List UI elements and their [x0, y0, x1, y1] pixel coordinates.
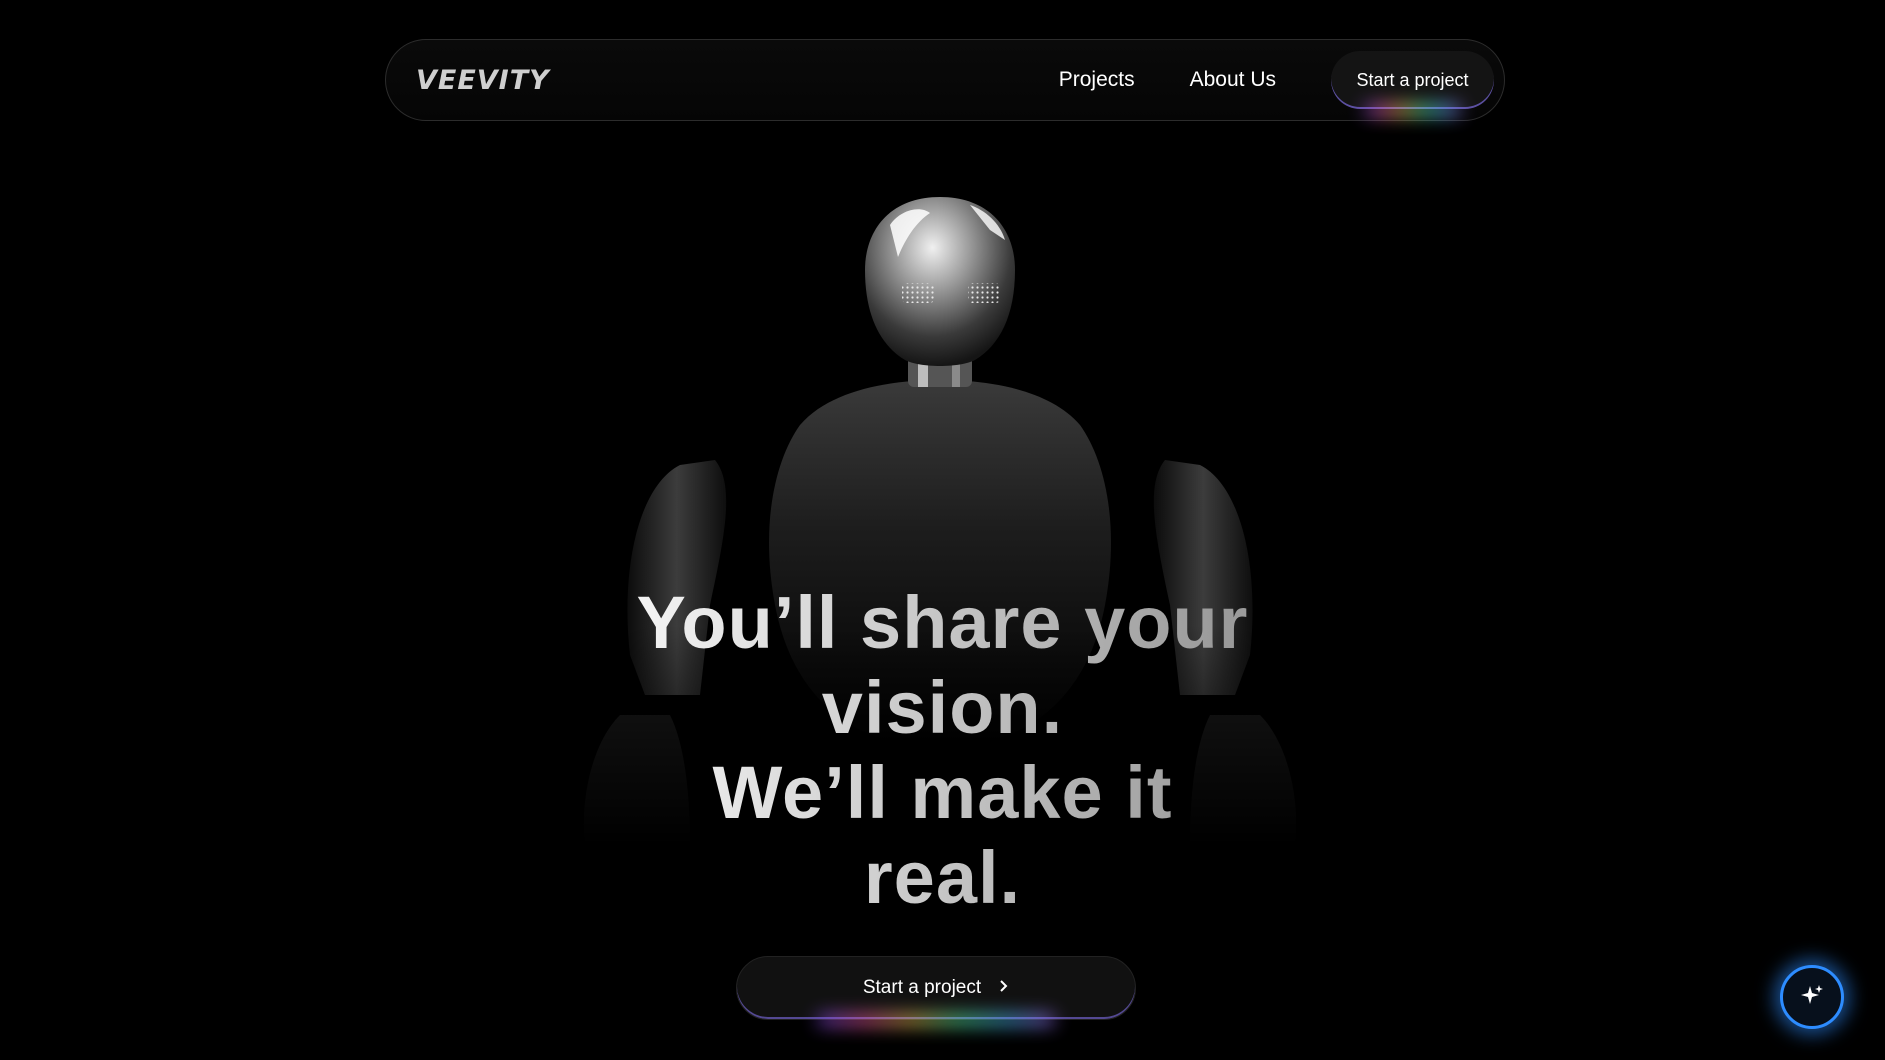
hero-cta-label: Start a project [862, 977, 982, 998]
hero-title-line-3: We’ll make it [0, 750, 1885, 835]
chevron-right-icon [999, 977, 1009, 999]
hero-title: You’ll share your vision. We’ll make it … [0, 580, 1885, 920]
hero-title-line-1: You’ll share your [0, 580, 1885, 665]
navbar: VEEVITY Projects About Us Start a projec… [385, 39, 1505, 121]
page: VEEVITY Projects About Us Start a projec… [0, 0, 1885, 1060]
nav-links: Projects About Us Start a project [1059, 51, 1494, 109]
hero-title-line-4: real. [0, 835, 1885, 920]
hero-start-project-button[interactable]: Start a project [736, 956, 1136, 1020]
hero-title-line-2: vision. [0, 665, 1885, 750]
sparkle-icon [1798, 982, 1826, 1013]
nav-link-projects[interactable]: Projects [1059, 68, 1135, 92]
logo[interactable]: VEEVITY [416, 65, 550, 96]
ai-assistant-button[interactable] [1780, 965, 1844, 1029]
nav-link-about-us[interactable]: About Us [1190, 68, 1276, 92]
nav-start-project-button[interactable]: Start a project [1331, 51, 1494, 109]
